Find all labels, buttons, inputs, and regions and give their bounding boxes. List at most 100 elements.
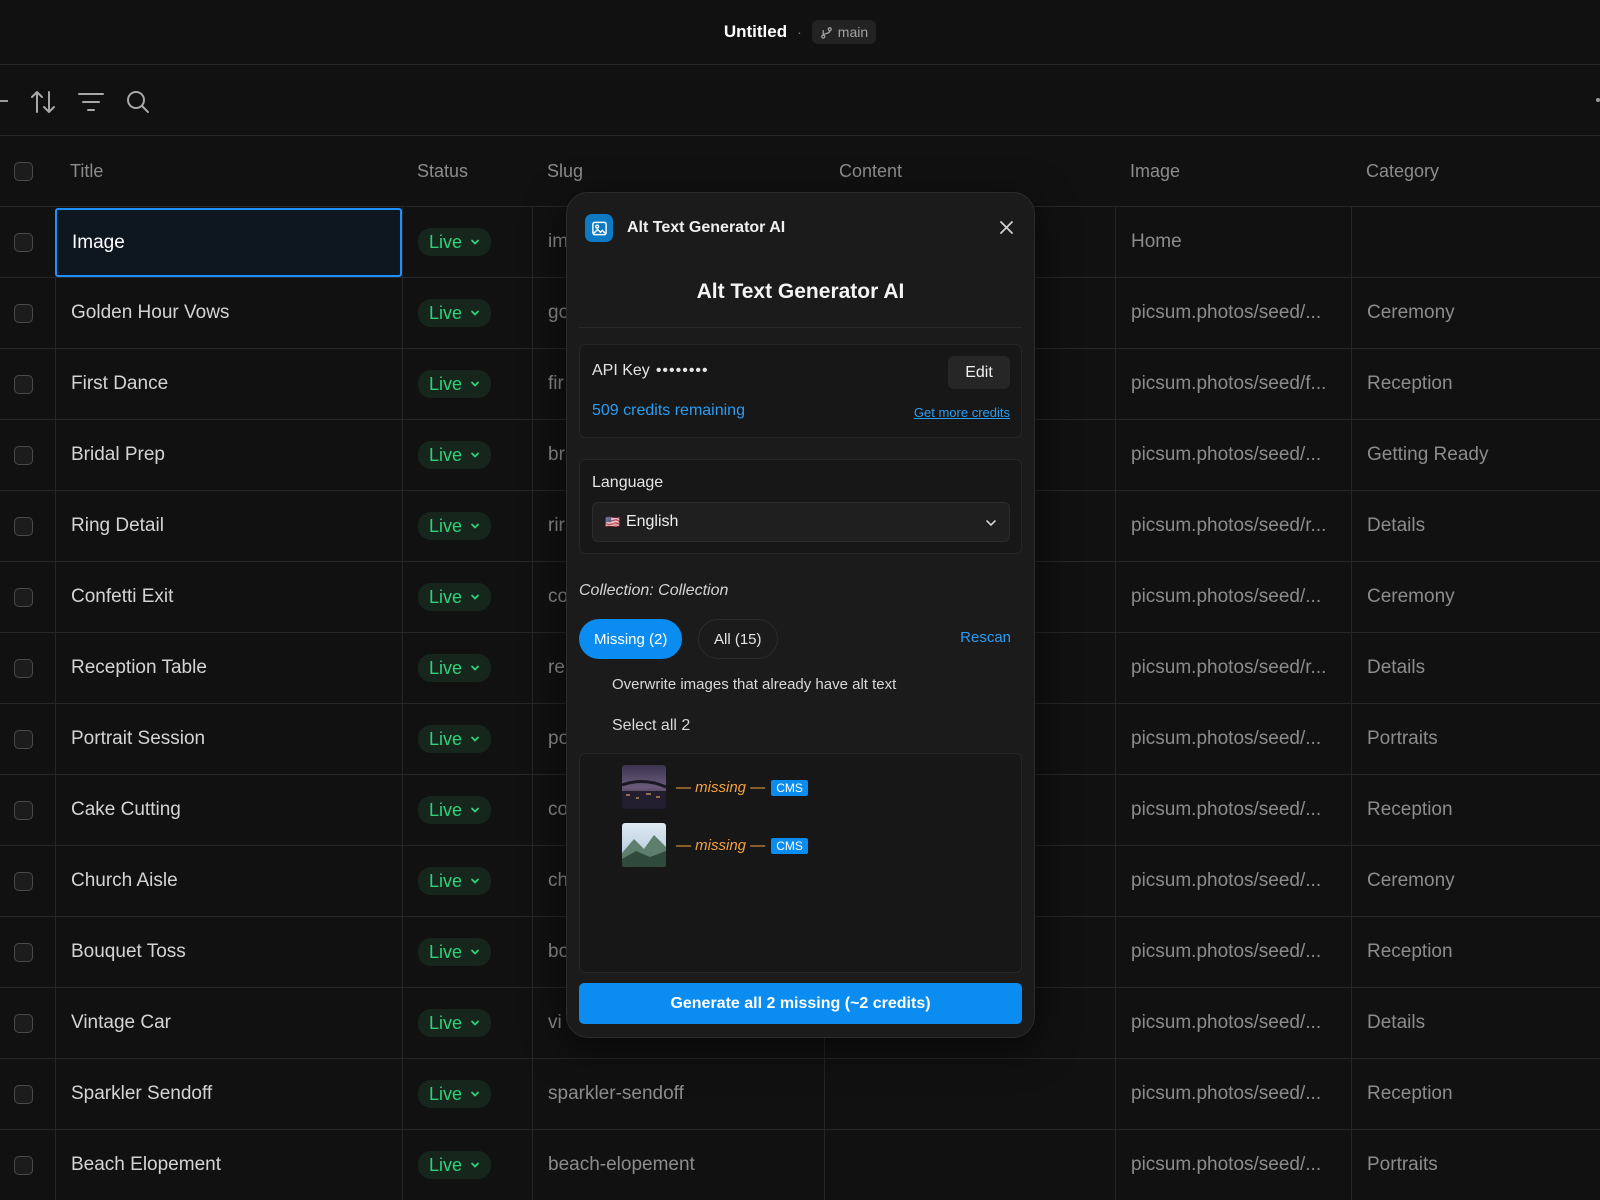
document-title[interactable]: Untitled [724,22,787,42]
list-item[interactable]: — missing — CMS [622,765,808,809]
cell-title[interactable]: Image [55,208,402,277]
row-checkbox[interactable] [14,1013,33,1033]
select-all-option[interactable]: Select all 2 [612,717,690,735]
status-badge[interactable]: Live [418,725,492,753]
cell-image[interactable]: picsum.photos/seed/... [1115,420,1351,490]
cell-title[interactable]: Cake Cutting [55,775,402,845]
table-row[interactable]: Sparkler Sendoff Live sparkler-sendoff pics… [0,1059,1600,1130]
row-checkbox[interactable] [14,587,33,607]
cell-slug[interactable]: beach-elopement [532,1130,824,1200]
list-item[interactable]: — missing — CMS [622,823,808,867]
status-badge[interactable]: Live [418,441,492,469]
cell-title[interactable]: Bridal Prep [55,420,402,490]
status-badge[interactable]: Live [418,1080,492,1108]
status-badge[interactable]: Live [418,370,492,398]
row-checkbox[interactable] [14,942,33,962]
cell-category[interactable]: Portraits [1351,1130,1600,1200]
cell-content[interactable] [824,1130,1115,1200]
cell-image[interactable]: picsum.photos/seed/... [1115,1059,1351,1129]
cell-image[interactable]: picsum.photos/seed/... [1115,775,1351,845]
cell-title[interactable]: Portrait Session [55,704,402,774]
cell-image[interactable]: picsum.photos/seed/... [1115,704,1351,774]
cell-image[interactable]: picsum.photos/seed/r... [1115,633,1351,703]
cell-title[interactable]: Vintage Car [55,988,402,1058]
cell-title[interactable]: Bouquet Toss [55,917,402,987]
cell-category[interactable]: Ceremony [1351,562,1600,632]
cell-image[interactable]: picsum.photos/seed/... [1115,988,1351,1058]
status-badge[interactable]: Live [418,299,492,327]
column-header-title[interactable]: Title [55,137,402,206]
status-badge[interactable]: Live [418,938,492,966]
table-row[interactable]: Beach Elopement Live beach-elopement picsum… [0,1130,1600,1200]
status-badge[interactable]: Live [418,228,492,256]
cell-title[interactable]: Beach Elopement [55,1130,402,1200]
status-badge[interactable]: Live [418,1009,492,1037]
status-badge[interactable]: Live [418,583,492,611]
cell-image[interactable]: picsum.photos/seed/... [1115,278,1351,348]
row-checkbox[interactable] [14,658,33,678]
tab-missing[interactable]: Missing (2) [579,619,683,659]
column-header-status[interactable]: Status [402,137,532,206]
row-checkbox[interactable] [14,871,33,891]
cell-title[interactable]: Confetti Exit [55,562,402,632]
cell-category[interactable]: Reception [1351,917,1600,987]
cell-category[interactable] [1351,207,1600,277]
toolbar-more-dot[interactable] [1596,98,1600,102]
status-badge[interactable]: Live [418,512,492,540]
tab-all[interactable]: All (15) [698,619,778,659]
cell-title[interactable]: First Dance [55,349,402,419]
cell-category[interactable]: Details [1351,633,1600,703]
search-icon[interactable] [123,87,153,117]
row-checkbox[interactable] [14,516,33,536]
cell-image[interactable]: picsum.photos/seed/f... [1115,349,1351,419]
row-checkbox[interactable] [14,303,33,323]
sort-icon[interactable] [28,87,58,117]
cell-category[interactable]: Getting Ready [1351,420,1600,490]
row-checkbox[interactable] [14,445,33,465]
cell-image[interactable]: picsum.photos/seed/r... [1115,491,1351,561]
close-icon[interactable] [996,217,1016,237]
generate-missing-button[interactable]: Generate all 2 missing (~2 credits) [579,983,1022,1024]
get-more-credits-link[interactable]: Get more credits [914,405,1010,420]
rescan-button[interactable]: Rescan [960,629,1011,646]
column-header-image[interactable]: Image [1115,137,1351,206]
row-checkbox[interactable] [14,1084,33,1104]
cell-image[interactable]: picsum.photos/seed/... [1115,846,1351,916]
status-badge[interactable]: Live [418,867,492,895]
row-checkbox[interactable] [14,729,33,749]
cell-title[interactable]: Sparkler Sendoff [55,1059,402,1129]
row-checkbox[interactable] [14,800,33,820]
cell-image[interactable]: picsum.photos/seed/... [1115,562,1351,632]
status-badge[interactable]: Live [418,654,492,682]
cell-slug[interactable]: sparkler-sendoff [532,1059,824,1129]
branch-badge[interactable]: main [811,20,877,44]
cell-image[interactable]: picsum.photos/seed/... [1115,917,1351,987]
cell-category[interactable]: Details [1351,988,1600,1058]
row-checkbox[interactable] [14,1155,33,1175]
status-badge[interactable]: Live [418,796,492,824]
edit-api-key-button[interactable]: Edit [948,356,1010,389]
filter-icon[interactable] [76,87,106,117]
row-checkbox[interactable] [14,232,33,252]
language-select[interactable]: 🇺🇸 English [592,502,1010,542]
row-checkbox[interactable] [14,374,33,394]
cell-title[interactable]: Church Aisle [55,846,402,916]
cell-image[interactable]: Home [1115,207,1351,277]
cell-category[interactable]: Details [1351,491,1600,561]
cell-category[interactable]: Ceremony [1351,278,1600,348]
cell-category[interactable]: Reception [1351,1059,1600,1129]
cell-status: Live [402,562,532,632]
cell-category[interactable]: Portraits [1351,704,1600,774]
cell-title[interactable]: Ring Detail [55,491,402,561]
select-all-checkbox[interactable] [14,162,33,181]
cell-title[interactable]: Golden Hour Vows [55,278,402,348]
cell-category[interactable]: Reception [1351,349,1600,419]
cell-category[interactable]: Reception [1351,775,1600,845]
status-badge[interactable]: Live [418,1151,492,1179]
cell-content[interactable] [824,1059,1115,1129]
cell-category[interactable]: Ceremony [1351,846,1600,916]
overwrite-option[interactable]: Overwrite images that already have alt t… [612,676,896,693]
cell-title[interactable]: Reception Table [55,633,402,703]
cell-image[interactable]: picsum.photos/seed/... [1115,1130,1351,1200]
column-header-category[interactable]: Category [1351,137,1600,206]
